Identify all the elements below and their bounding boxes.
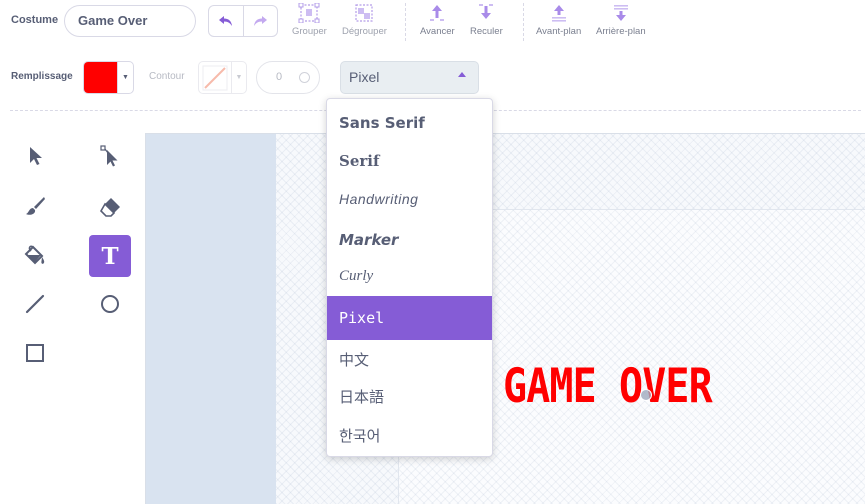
text-icon: T <box>101 242 119 270</box>
send-to-back-button[interactable]: Arrière-plan <box>596 3 646 37</box>
chevron-down-icon: ▼ <box>231 62 246 93</box>
rotation-center-handle[interactable] <box>640 389 652 401</box>
paint-editor: Costume Game Over Grouper Dégrouper Avan… <box>0 0 865 504</box>
rectangle-icon <box>26 344 44 362</box>
circle-tool[interactable] <box>89 283 131 325</box>
canvas-text-object[interactable]: GAME OVER <box>503 363 713 410</box>
group-button[interactable]: Grouper <box>292 3 327 37</box>
font-menu: Sans Serif Serif Handwriting Marker Curl… <box>326 98 493 457</box>
outline-label: Contour <box>149 71 185 82</box>
font-select-value: Pixel <box>349 69 380 85</box>
ungroup-button[interactable]: Dégrouper <box>342 3 387 37</box>
canvas-offstage-area <box>146 134 276 504</box>
send-to-back-icon <box>613 5 628 21</box>
toolbar-divider <box>523 3 524 41</box>
font-option-handwriting[interactable]: Handwriting <box>327 177 492 221</box>
brush-icon <box>26 197 45 215</box>
backward-button[interactable]: Reculer <box>470 3 503 37</box>
font-option-curly[interactable]: Curly <box>327 254 492 298</box>
toolbar-divider <box>405 3 406 41</box>
group-label: Grouper <box>292 26 327 37</box>
outline-width-input[interactable]: 0 <box>256 61 320 94</box>
undo-redo-group <box>208 5 278 37</box>
outline-color-picker[interactable]: ▼ <box>198 61 247 94</box>
chevron-up-icon <box>458 72 466 77</box>
fill-tool[interactable] <box>14 235 56 277</box>
font-option-korean[interactable]: 한국어 <box>327 413 492 457</box>
bring-to-front-label: Avant-plan <box>536 26 582 37</box>
forward-button[interactable]: Avancer <box>420 3 455 37</box>
costume-name-input[interactable]: Game Over <box>64 5 196 37</box>
outline-width-value: 0 <box>276 71 283 83</box>
paint-canvas[interactable] <box>145 133 865 504</box>
font-select[interactable]: Pixel <box>340 61 479 94</box>
fill-label: Remplissage <box>11 71 73 82</box>
costume-label: Costume <box>11 14 59 26</box>
font-option-pixel[interactable]: Pixel <box>327 296 492 340</box>
rectangle-tool[interactable] <box>14 332 56 374</box>
undo-button[interactable] <box>209 6 244 36</box>
reshape-tool[interactable] <box>89 135 131 177</box>
arrow-icon <box>30 147 42 165</box>
move-forward-icon <box>430 5 445 21</box>
eraser-tool[interactable] <box>89 185 131 227</box>
line-tool[interactable] <box>14 283 56 325</box>
ungroup-label: Dégrouper <box>342 26 387 37</box>
bring-to-front-button[interactable]: Avant-plan <box>536 3 581 37</box>
forward-label: Avancer <box>420 26 455 37</box>
reshape-icon <box>100 145 118 167</box>
stepper-icon[interactable] <box>299 72 310 83</box>
font-option-japanese[interactable]: 日本語 <box>327 374 492 418</box>
brush-tool[interactable] <box>14 185 56 227</box>
bring-to-front-icon <box>551 5 566 22</box>
fill-color-picker[interactable]: ▼ <box>83 61 134 94</box>
line-icon <box>25 294 45 314</box>
ungroup-icon <box>355 4 374 22</box>
text-tool[interactable]: T <box>89 235 131 277</box>
backward-label: Reculer <box>470 26 503 37</box>
fill-color-swatch <box>84 62 117 93</box>
circle-icon <box>101 295 119 313</box>
fill-bucket-icon <box>24 245 45 265</box>
redo-icon <box>254 16 268 26</box>
undo-icon <box>218 16 232 26</box>
no-color-icon <box>199 62 231 93</box>
move-backward-icon <box>479 4 494 19</box>
chevron-down-icon: ▼ <box>117 62 133 93</box>
select-tool[interactable] <box>14 135 56 177</box>
send-to-back-label: Arrière-plan <box>596 26 646 37</box>
redo-button[interactable] <box>244 6 278 36</box>
group-icon <box>298 3 320 23</box>
eraser-icon <box>100 198 120 217</box>
